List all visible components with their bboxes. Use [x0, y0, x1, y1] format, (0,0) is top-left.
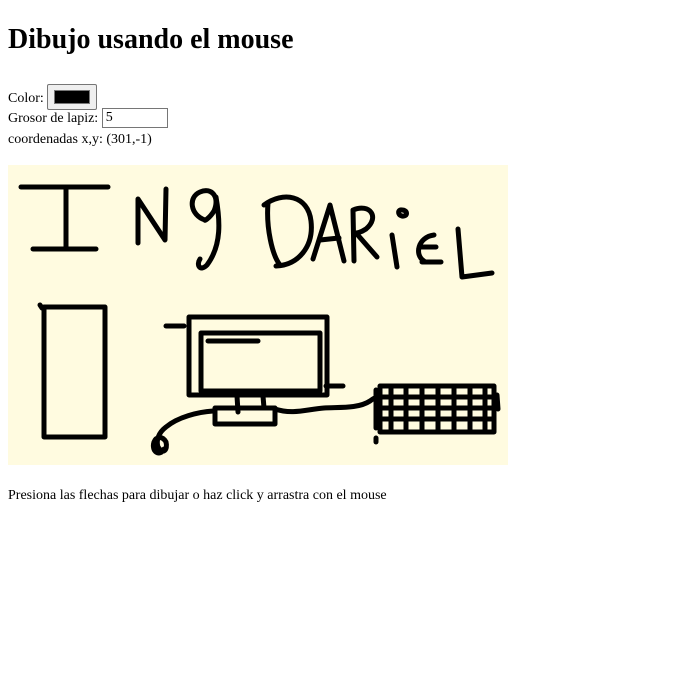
- drawing-keyboard: [373, 383, 501, 445]
- coords-label: coordenadas x,y:: [8, 132, 103, 147]
- drawing-letter-l: [455, 226, 495, 280]
- drawing-letter-i-small: [389, 207, 409, 270]
- drawing-canvas[interactable]: [8, 165, 508, 465]
- canvas-drawing: [18, 184, 501, 456]
- page-title: Dibujo usando el mouse: [8, 24, 294, 55]
- drawing-letter-a: [310, 202, 347, 264]
- thickness-label: Grosor de lapiz:: [8, 111, 99, 127]
- coords-value: (301,-1): [106, 132, 152, 147]
- instructions-text: Presiona las flechas para dibujar o haz …: [8, 488, 387, 503]
- drawing-letter-e: [416, 232, 444, 265]
- thickness-row: Grosor de lapiz:: [8, 108, 168, 129]
- drawing-letter-r: [350, 205, 380, 264]
- drawing-letter-d: [261, 194, 314, 269]
- drawing-letter-g: [189, 188, 222, 271]
- drawing-letter-n: [135, 186, 169, 246]
- coords-row: coordenadas x,y: (301,-1): [8, 131, 152, 149]
- thickness-input[interactable]: [101, 108, 168, 128]
- drawing-pc-tower: [37, 302, 108, 440]
- page: Dibujo usando el mouse Color: Grosor de …: [0, 0, 692, 673]
- color-swatch: [54, 90, 91, 104]
- color-label: Color:: [8, 91, 44, 107]
- color-picker-button[interactable]: [47, 84, 98, 110]
- drawing-letter-i: [18, 184, 111, 252]
